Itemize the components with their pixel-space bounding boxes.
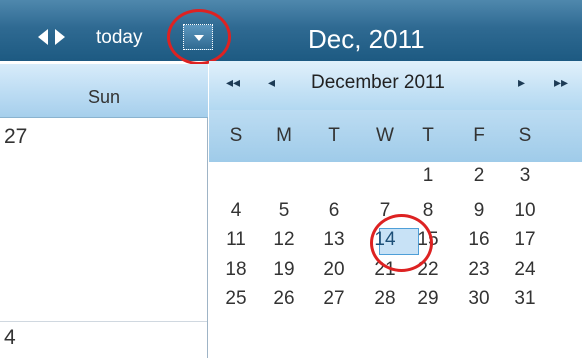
mini-calendar-popup: ◂◂ ◂ December 2011 ▸ ▸▸ SMTWTFS 12345678…: [209, 61, 582, 358]
next-month-icon[interactable]: ▸: [518, 74, 525, 91]
day-cell-date: 27: [4, 125, 28, 148]
day-header-label: Sun: [87, 87, 121, 107]
mini-day[interactable]: 23: [459, 259, 499, 281]
day-column[interactable]: 27 4: [0, 118, 208, 358]
mini-day[interactable]: 9: [459, 200, 499, 222]
mini-day[interactable]: 11: [216, 229, 256, 251]
mini-day[interactable]: 17: [505, 229, 545, 251]
mini-day[interactable]: 21: [365, 259, 405, 281]
mini-day[interactable]: 5: [264, 200, 304, 222]
mini-day[interactable]: 28: [365, 288, 405, 310]
calendar-toolbar: today Dec, 2011: [0, 0, 582, 61]
mini-day[interactable]: 27: [314, 288, 354, 310]
day-column-header: Sun: [0, 64, 208, 118]
weekday-label: W: [376, 125, 394, 146]
next-year-icon[interactable]: ▸▸: [554, 74, 568, 91]
mini-day[interactable]: 13: [314, 229, 354, 251]
prev-arrow-icon[interactable]: [38, 29, 48, 45]
mini-day[interactable]: 4: [216, 200, 256, 222]
weekday-label: M: [276, 125, 292, 146]
mini-day[interactable]: 16: [459, 229, 499, 251]
weekday-label: F: [473, 125, 485, 146]
weekday-header-row: SMTWTFS: [209, 110, 582, 162]
week-divider: [0, 321, 207, 322]
prev-month-icon[interactable]: ◂: [268, 74, 275, 91]
mini-day[interactable]: 18: [216, 259, 256, 281]
weekday-label: S: [229, 125, 243, 146]
mini-day[interactable]: 20: [314, 259, 354, 281]
mini-day[interactable]: 26: [264, 288, 304, 310]
mini-day[interactable]: 15: [408, 229, 448, 251]
prev-year-icon[interactable]: ◂◂: [226, 74, 240, 91]
caret-down-icon: [194, 35, 204, 41]
mini-day[interactable]: 2: [459, 165, 499, 187]
mini-day[interactable]: 6: [314, 200, 354, 222]
mini-day[interactable]: 12: [264, 229, 304, 251]
mini-day[interactable]: 24: [505, 259, 545, 281]
mini-day[interactable]: 22: [408, 259, 448, 281]
mini-day[interactable]: 30: [459, 288, 499, 310]
weekday-label: T: [422, 125, 434, 146]
mini-day[interactable]: 31: [505, 288, 545, 310]
mini-day[interactable]: 10: [505, 200, 545, 222]
mini-day-selected[interactable]: 14: [365, 229, 405, 251]
mini-calendar-month-label: December 2011: [311, 72, 445, 93]
date-picker-dropdown-button[interactable]: [183, 24, 213, 50]
today-button[interactable]: today: [96, 27, 142, 49]
weekday-label: T: [328, 125, 340, 146]
mini-day[interactable]: 7: [365, 200, 405, 222]
weekday-label: S: [518, 125, 532, 146]
mini-calendar-header: ◂◂ ◂ December 2011 ▸ ▸▸: [209, 61, 582, 110]
mini-day[interactable]: 25: [216, 288, 256, 310]
mini-day[interactable]: 8: [408, 200, 448, 222]
mini-day[interactable]: 1: [408, 165, 448, 187]
mini-day[interactable]: 19: [264, 259, 304, 281]
day-cell-date: 4: [4, 326, 16, 349]
mini-day[interactable]: 3: [505, 165, 545, 187]
mini-day[interactable]: 29: [408, 288, 448, 310]
next-arrow-icon[interactable]: [55, 29, 65, 45]
calendar-title: Dec, 2011: [308, 24, 425, 54]
